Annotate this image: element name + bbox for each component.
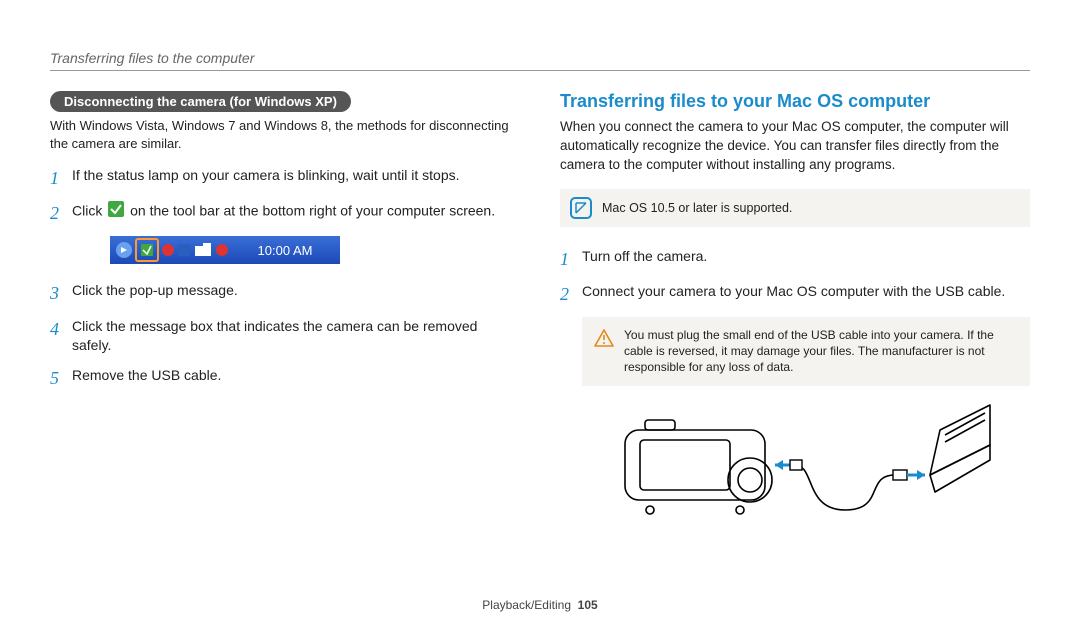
step-text: Turn off the camera. — [582, 247, 1030, 267]
note-icon — [570, 197, 592, 219]
note-text: Mac OS 10.5 or later is supported. — [602, 201, 792, 215]
left-steps-cont: 3 Click the pop-up message. 4 Click the … — [50, 281, 520, 391]
warning-text: You must plug the small end of the USB c… — [624, 327, 1018, 376]
right-column: Transferring files to your Mac OS comput… — [560, 91, 1030, 533]
warning-icon — [594, 329, 614, 351]
step-item: 3 Click the pop-up message. — [50, 281, 520, 306]
step-item: 5 Remove the USB cable. — [50, 366, 520, 391]
header-rule — [50, 70, 1030, 71]
step-text: Connect your camera to your Mac OS compu… — [582, 282, 1030, 302]
step-number: 4 — [50, 317, 72, 342]
step-number: 1 — [560, 247, 582, 272]
step-number: 5 — [50, 366, 72, 391]
section-intro: When you connect the camera to your Mac … — [560, 118, 1030, 175]
step-text: Click the pop-up message. — [72, 281, 520, 301]
step-number: 3 — [50, 281, 72, 306]
step-item: 2 Click on the tool bar at the bottom ri… — [50, 201, 520, 226]
left-steps: 1 If the status lamp on your camera is b… — [50, 166, 520, 226]
step-text: Click the message box that indicates the… — [72, 317, 520, 356]
usb-cable-diagram — [560, 400, 1030, 533]
safely-remove-icon — [108, 201, 124, 223]
step-item: 4 Click the message box that indicates t… — [50, 317, 520, 356]
left-column: Disconnecting the camera (for Windows XP… — [50, 91, 520, 533]
taskbar-icon: 10:00 AM — [110, 236, 340, 264]
section-title: Transferring files to your Mac OS comput… — [560, 91, 1030, 112]
right-steps: 1 Turn off the camera. 2 Connect your ca… — [560, 247, 1030, 307]
step-item: 2 Connect your camera to your Mac OS com… — [560, 282, 1030, 307]
content-columns: Disconnecting the camera (for Windows XP… — [50, 91, 1030, 533]
step-text: Click on the tool bar at the bottom righ… — [72, 201, 520, 223]
subsection-subtext: With Windows Vista, Windows 7 and Window… — [50, 117, 520, 152]
step-text: Remove the USB cable. — [72, 366, 520, 386]
step-number: 2 — [560, 282, 582, 307]
subsection-pill: Disconnecting the camera (for Windows XP… — [50, 91, 351, 112]
step-text: If the status lamp on your camera is bli… — [72, 166, 520, 186]
footer-section: Playback/Editing — [482, 598, 571, 612]
tray-time: 10:00 AM — [258, 243, 313, 258]
system-tray-illustration: 10:00 AM — [110, 236, 520, 267]
warning-box: You must plug the small end of the USB c… — [582, 317, 1030, 386]
step-item: 1 If the status lamp on your camera is b… — [50, 166, 520, 191]
step-item: 1 Turn off the camera. — [560, 247, 1030, 272]
footer-page-number: 105 — [578, 598, 598, 612]
note-box: Mac OS 10.5 or later is supported. — [560, 189, 1030, 227]
step-number: 2 — [50, 201, 72, 226]
step-number: 1 — [50, 166, 72, 191]
page-header: Transferring files to the computer — [50, 50, 1030, 66]
page-footer: Playback/Editing 105 — [0, 598, 1080, 612]
